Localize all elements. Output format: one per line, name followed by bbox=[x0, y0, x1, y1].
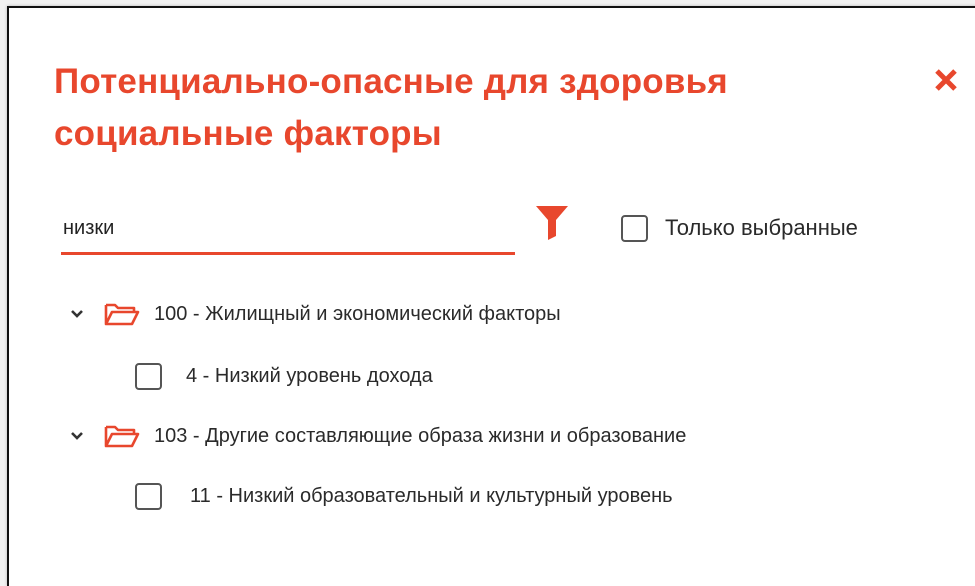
chevron-down-icon[interactable] bbox=[67, 304, 87, 324]
tree-group-label: 103 - Другие составляющие образа жизни и… bbox=[154, 424, 687, 447]
filter-icon bbox=[536, 206, 568, 240]
dialog: Потенциально-опасные для здоровья социал… bbox=[7, 6, 975, 586]
tree-group-row[interactable]: 100 - Жилищный и экономический факторы bbox=[67, 296, 561, 332]
folder-open-icon bbox=[104, 301, 140, 327]
search-input[interactable] bbox=[63, 212, 503, 244]
tree-leaf-label: 11 - Низкий образовательный и культурный… bbox=[190, 484, 673, 507]
folder-open-icon bbox=[104, 423, 140, 449]
tree-leaf-row[interactable]: 11 - Низкий образовательный и культурный… bbox=[135, 478, 673, 514]
dialog-title: Потенциально-опасные для здоровья социал… bbox=[54, 62, 728, 153]
only-selected-toggle[interactable]: Только выбранные bbox=[621, 211, 858, 245]
tree-leaf-row[interactable]: 4 - Низкий уровень дохода bbox=[135, 358, 433, 394]
chevron-down-icon[interactable] bbox=[67, 426, 87, 446]
close-icon bbox=[935, 69, 957, 91]
filter-button[interactable] bbox=[535, 204, 569, 240]
search-field bbox=[61, 206, 515, 255]
tree-group-label: 100 - Жилищный и экономический факторы bbox=[154, 302, 561, 325]
close-button[interactable] bbox=[929, 63, 963, 97]
tree-leaf-label: 4 - Низкий уровень дохода bbox=[186, 364, 433, 387]
tree-group-row[interactable]: 103 - Другие составляющие образа жизни и… bbox=[67, 418, 686, 454]
only-selected-label: Только выбранные bbox=[665, 215, 858, 240]
tree-leaf-checkbox[interactable] bbox=[135, 482, 162, 510]
only-selected-checkbox[interactable] bbox=[621, 214, 648, 242]
tree-leaf-checkbox[interactable] bbox=[135, 362, 162, 390]
